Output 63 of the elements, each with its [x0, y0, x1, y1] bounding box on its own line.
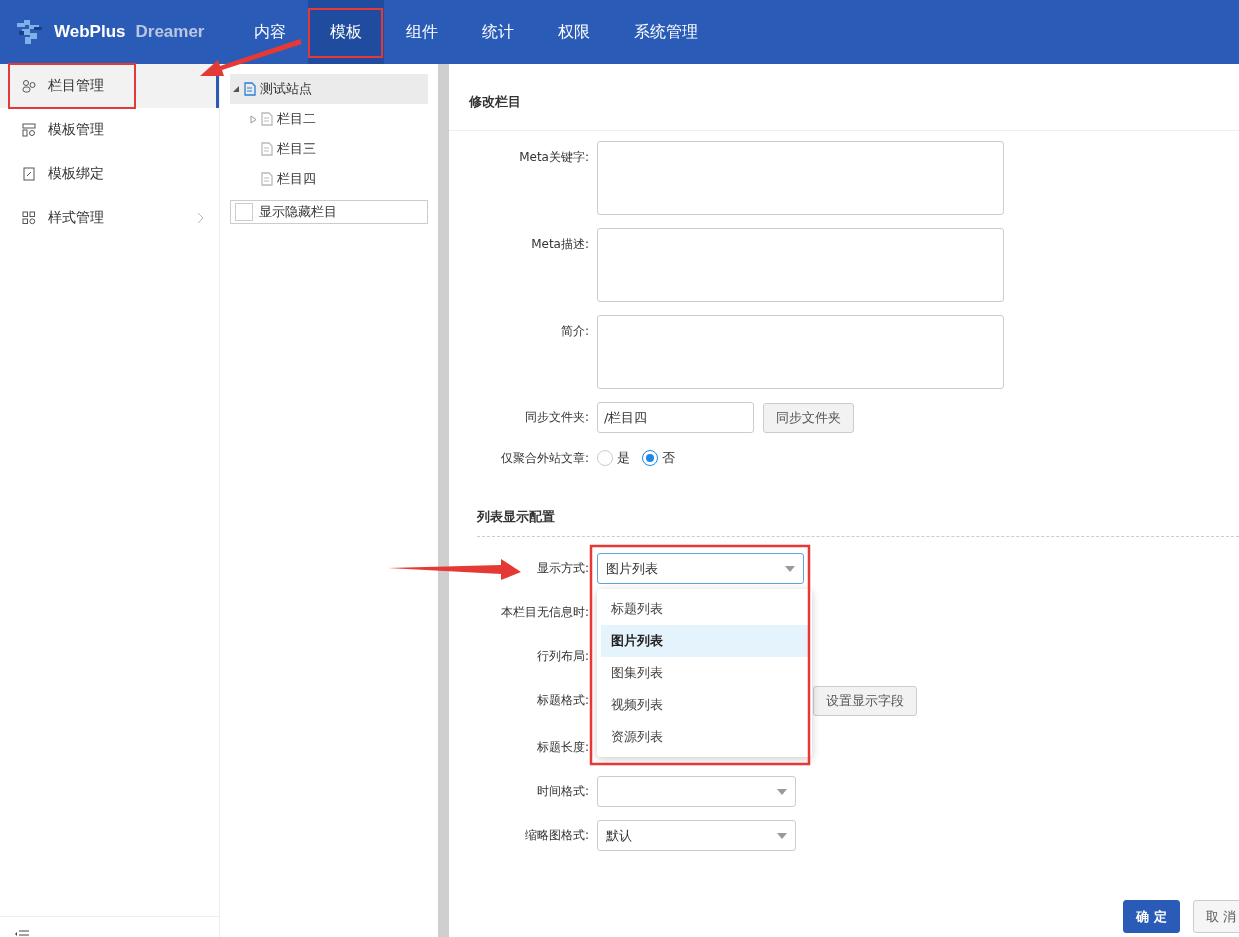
- document-icon: [260, 112, 274, 126]
- field-label: 标题长度:: [535, 739, 590, 756]
- panel-title: 修改栏目: [449, 74, 1239, 131]
- confirm-button[interactable]: 确 定: [1123, 900, 1180, 933]
- caret-icon: [785, 565, 795, 572]
- text-area[interactable]: [597, 228, 1004, 302]
- tree-label: 栏目三: [277, 140, 316, 158]
- chevron-right-icon: [197, 212, 204, 224]
- radio-option[interactable]: 否: [642, 449, 675, 467]
- select-field[interactable]: [597, 776, 796, 807]
- sidebar-item[interactable]: 栏目管理: [0, 64, 219, 108]
- expanded-triangle-icon[interactable]: [232, 85, 240, 93]
- document-icon: [243, 82, 257, 96]
- field-label: Meta描述:: [530, 236, 590, 253]
- brand-subtitle: Dreamer: [135, 22, 205, 42]
- checkbox[interactable]: [235, 203, 253, 221]
- section-title: 列表显示配置: [477, 480, 1239, 537]
- nav-tab[interactable]: 模板: [308, 0, 384, 64]
- field-label: 简介:: [559, 323, 590, 340]
- cancel-button[interactable]: 取 消: [1192, 900, 1239, 933]
- caret-icon: [777, 832, 787, 839]
- tree-label: 栏目四: [277, 170, 316, 188]
- input-field[interactable]: /栏目四: [597, 402, 754, 433]
- tree-node[interactable]: 测试站点: [230, 74, 428, 104]
- collapsed-triangle-icon[interactable]: [250, 114, 257, 124]
- radio-option[interactable]: 是: [597, 449, 630, 467]
- users-icon: [22, 79, 36, 93]
- tree-label: 测试站点: [260, 80, 312, 98]
- document-icon: [260, 142, 274, 156]
- set-fields-button[interactable]: 设置显示字段: [813, 685, 917, 716]
- nav-tab[interactable]: 系统管理: [612, 0, 720, 64]
- field-label: 显示方式:: [535, 560, 590, 577]
- field-label: Meta关键字:: [518, 149, 590, 166]
- field-label: 仅聚合外站文章:: [499, 449, 590, 467]
- field-label: 标题格式:: [535, 692, 590, 709]
- tree-node[interactable]: 栏目四: [230, 164, 428, 194]
- text-area[interactable]: [597, 141, 1004, 215]
- text-area[interactable]: [597, 315, 1004, 389]
- nav-tab[interactable]: 组件: [384, 0, 460, 64]
- nav-tab[interactable]: 内容: [232, 0, 308, 64]
- dropdown-option[interactable]: 图片列表: [601, 625, 808, 657]
- brand-name: WebPlus: [54, 22, 126, 42]
- field-label: 时间格式:: [535, 783, 590, 800]
- layout-icon: [22, 123, 36, 137]
- checkbox-label: 显示隐藏栏目: [259, 203, 337, 221]
- tree-label: 栏目二: [277, 110, 316, 128]
- field-label: 行列布局:: [535, 648, 590, 665]
- field-label: 缩略图格式:: [523, 827, 590, 844]
- caret-icon: [777, 788, 787, 795]
- select-field[interactable]: 图片列表: [597, 553, 804, 584]
- show-hidden-checkbox[interactable]: 显示隐藏栏目: [230, 200, 428, 224]
- link-page-icon: [22, 167, 36, 181]
- tree-node[interactable]: 栏目三: [230, 134, 428, 164]
- field-label: 本栏目无信息时:: [499, 604, 590, 621]
- collapse-menu-icon[interactable]: [14, 929, 30, 937]
- nav-tab[interactable]: 统计: [460, 0, 536, 64]
- document-icon: [260, 172, 274, 186]
- grid-icon: [22, 211, 36, 225]
- nav-tab[interactable]: 权限: [536, 0, 612, 64]
- sync-folder-button[interactable]: 同步文件夹: [763, 402, 854, 433]
- select-field[interactable]: 默认: [597, 820, 796, 851]
- field-label: 同步文件夹:: [523, 409, 590, 426]
- tree-node[interactable]: 栏目二: [230, 104, 428, 134]
